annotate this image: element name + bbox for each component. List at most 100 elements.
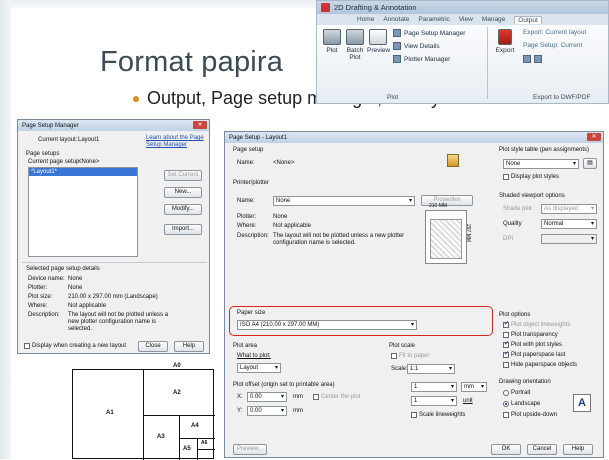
what-to-plot-select[interactable]: Layout: [237, 363, 281, 373]
export-button[interactable]: Export: [493, 29, 517, 54]
preview-button[interactable]: Preview: [367, 29, 390, 54]
psm-title-bar: Page Setup Manager ✕: [18, 120, 209, 131]
orientation-preview-icon: A: [573, 394, 591, 412]
plot-transparency-checkbox[interactable]: Plot transparency: [503, 332, 558, 338]
scale-numerator-input[interactable]: 1: [411, 382, 457, 392]
display-plot-styles-checkbox[interactable]: Display plot styles: [503, 174, 559, 180]
checkbox-box[interactable]: [24, 343, 30, 349]
export-preview-icon[interactable]: [534, 55, 542, 63]
y-offset-input[interactable]: 0.00: [247, 406, 287, 416]
preview-button[interactable]: Preview...: [233, 444, 267, 455]
where-label: Where:: [28, 303, 48, 309]
fit-to-paper-checkbox[interactable]: Fit to paper: [391, 353, 429, 359]
scale-lineweights-checkbox[interactable]: Scale lineweights: [411, 412, 465, 418]
shade-plot-select[interactable]: As displayed: [541, 204, 597, 214]
bullet-dot-icon: [133, 96, 139, 103]
cancel-button[interactable]: Cancel: [527, 444, 557, 455]
label-a3: A3: [157, 434, 165, 440]
edit-plot-style-button[interactable]: ▤: [583, 158, 597, 169]
tab-view[interactable]: View: [459, 16, 473, 23]
view-details-button[interactable]: View Details: [393, 42, 440, 50]
tab-manage[interactable]: Manage: [482, 16, 506, 23]
ps-help-button[interactable]: Help: [563, 444, 593, 455]
modify-button[interactable]: Modify...: [164, 204, 202, 215]
psm-divider: [22, 262, 207, 263]
list-item[interactable]: *Layout1*: [29, 168, 137, 176]
details-heading: Selected page setup details: [26, 266, 100, 272]
label-a4: A4: [191, 423, 199, 429]
paper-format-diagram: A0 A1 A2 A3 A4 A5 A6: [72, 363, 215, 460]
tab-output[interactable]: Output: [514, 15, 542, 24]
x-offset-input[interactable]: 0.00: [247, 392, 287, 402]
page-setup-heading: Page setup: [233, 147, 264, 153]
close-button[interactable]: Close: [138, 341, 168, 352]
label-a2: A2: [173, 390, 181, 396]
ribbon-screenshot: 2D Drafting & Annotation Home Annotate P…: [316, 0, 609, 104]
plot-lineweights-checkbox[interactable]: Plot object lineweights: [503, 320, 570, 328]
workspace-label[interactable]: 2D Drafting & Annotation: [334, 3, 417, 12]
close-icon[interactable]: ✕: [193, 121, 207, 129]
set-current-button[interactable]: Set Current: [164, 170, 202, 181]
edit-icon: ▤: [587, 160, 593, 166]
name-value: <None>: [273, 160, 295, 166]
learn-about-link[interactable]: Learn about the Page Setup Manager: [146, 135, 208, 149]
slide-title: Format papira: [100, 46, 284, 78]
psm-current-page-setup-value: <None>: [78, 159, 100, 165]
new-button[interactable]: New...: [164, 187, 202, 198]
portrait-radio[interactable]: Portrait: [503, 390, 530, 396]
plot-area-heading: Plot area: [233, 343, 258, 349]
slide-left-strip: [0, 0, 11, 459]
page-setup-manager-button[interactable]: Page Setup Manager: [393, 29, 465, 37]
scale-select[interactable]: 1:1: [407, 364, 455, 374]
ribbon-title-bar: 2D Drafting & Annotation: [317, 1, 608, 14]
tab-annotate[interactable]: Annotate: [383, 16, 409, 23]
page-setup-current[interactable]: Page Setup: Current: [523, 42, 582, 49]
plot-with-styles-checkbox[interactable]: Plot with plot styles: [503, 340, 562, 348]
ps-title-bar: Page Setup - Layout1 ✕: [225, 132, 603, 143]
psm-current-layout-value: Layout1: [78, 137, 100, 143]
center-plot-checkbox[interactable]: Center the plot: [313, 394, 360, 400]
paper-size-select[interactable]: ISO A4 (210.00 x 297.00 MM): [237, 320, 417, 330]
plotter-manager-icon: [393, 55, 401, 63]
quality-select[interactable]: Normal: [541, 219, 597, 229]
tab-parametric[interactable]: Parametric: [418, 16, 449, 23]
ps-title: Page Setup - Layout1: [229, 134, 288, 141]
y-unit: mm: [293, 408, 303, 414]
plot-paperspace-last-checkbox[interactable]: Plot paperspace last: [503, 350, 565, 358]
import-button[interactable]: Import...: [164, 224, 202, 235]
landscape-radio[interactable]: Landscape: [503, 401, 540, 407]
hide-paperspace-checkbox[interactable]: Hide paperspace objects: [503, 362, 577, 368]
scale-label: Scale:: [391, 366, 408, 372]
page-setup-dialog: Page Setup - Layout1 ✕ Page setup Name: <…: [224, 131, 604, 458]
plot-panel-label: Plot: [387, 94, 399, 101]
y-label: Y:: [237, 408, 243, 414]
printer-name-select[interactable]: None: [273, 196, 415, 206]
dpi-input[interactable]: [541, 234, 597, 244]
upside-down-checkbox[interactable]: Plot upside-down: [503, 412, 557, 418]
export-current-layout[interactable]: Export: Current layout: [523, 29, 586, 36]
export-options-icon[interactable]: [523, 55, 531, 63]
scale-unit-select[interactable]: mm: [461, 382, 487, 392]
app-icon[interactable]: [321, 3, 330, 12]
divider-a6: [197, 449, 215, 450]
scale-denominator-input[interactable]: 1: [411, 396, 457, 406]
plotter-label: Plotter:: [28, 285, 48, 291]
display-when-creating-checkbox[interactable]: Display when creating a new layout: [24, 343, 126, 349]
batch-plot-button[interactable]: Batch Plot: [343, 29, 367, 61]
plot-style-select[interactable]: None: [503, 159, 579, 169]
paper-preview: [425, 210, 467, 264]
psm-help-button[interactable]: Help: [174, 341, 204, 352]
ps-where-value: Not applicable: [273, 223, 312, 229]
psm-setup-list[interactable]: *Layout1*: [28, 167, 138, 257]
x-unit: mm: [293, 394, 303, 400]
psm-title: Page Setup Manager: [22, 122, 79, 129]
preview-width-label: 210 MM: [429, 203, 448, 209]
label-a5: A5: [183, 446, 191, 452]
plot-button[interactable]: Plot: [321, 29, 343, 54]
plot-size-label: Plot size:: [28, 294, 53, 300]
close-icon[interactable]: ✕: [587, 133, 601, 141]
ok-button[interactable]: OK: [491, 444, 521, 455]
label-a1: A1: [106, 410, 114, 416]
tab-home[interactable]: Home: [357, 16, 374, 23]
plotter-manager-button[interactable]: Plotter Manager: [393, 55, 450, 63]
